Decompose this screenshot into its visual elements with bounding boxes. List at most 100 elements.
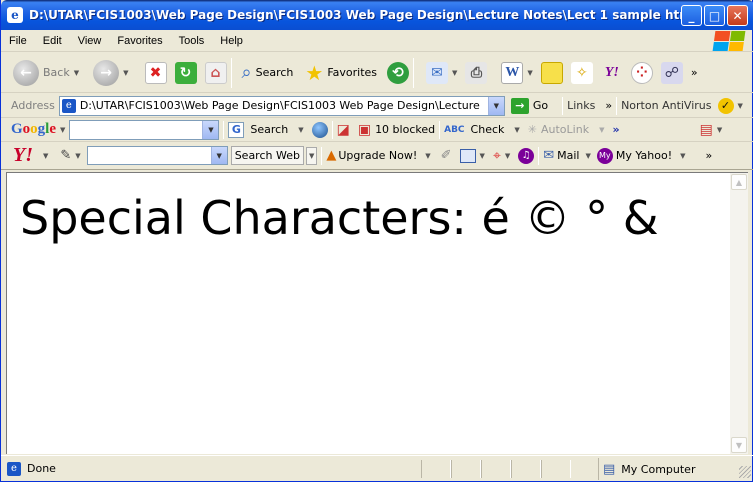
highlighter-dropdown-icon[interactable]: ▼: [75, 152, 80, 160]
pen-icon[interactable]: ✐: [441, 148, 452, 163]
yahoo-toolbar: Y! ▼ ✎ ▼ ▼ Search Web ▼ ▲ Upgrade Now! ▼…: [1, 142, 753, 170]
msn-icon[interactable]: ⁘: [630, 61, 653, 84]
yahoo-search-input[interactable]: ▼: [86, 146, 228, 165]
myyahoo-dropdown-icon[interactable]: ▼: [680, 152, 685, 160]
toolbar-overflow-icon[interactable]: »: [691, 66, 698, 79]
google-menu-dropdown-icon[interactable]: ▼: [60, 126, 65, 134]
popup-blocked-count[interactable]: 10 blocked: [375, 123, 435, 136]
norton-check-icon[interactable]: ✓: [717, 97, 734, 114]
spellcheck-icon[interactable]: ABC: [444, 125, 464, 135]
messenger-icon[interactable]: ☍: [660, 61, 683, 84]
target-icon[interactable]: ⌖: [493, 148, 501, 164]
windows-logo-icon: [712, 31, 746, 51]
maximize-button[interactable]: □: [704, 5, 725, 26]
translate-icon[interactable]: ▤: [700, 122, 713, 138]
status-panels: [421, 460, 571, 478]
links-overflow-icon[interactable]: »: [605, 99, 612, 112]
toolbar-separator: [413, 57, 415, 88]
forward-dropdown-icon[interactable]: ▼: [123, 69, 128, 77]
window-icon[interactable]: [459, 148, 476, 163]
favorites-button[interactable]: ★ Favorites: [305, 61, 377, 85]
window-dropdown-icon[interactable]: ▼: [480, 152, 485, 160]
title-bar[interactable]: e D:\UTAR\FCIS1003\Web Page Design\FCIS1…: [1, 0, 753, 30]
forward-button[interactable]: → ▼: [93, 59, 129, 86]
menu-help[interactable]: Help: [212, 35, 251, 47]
google-search-dropdown-icon[interactable]: ▼: [298, 126, 303, 134]
history-icon[interactable]: ⟲: [387, 61, 410, 84]
popup-blocker-icon[interactable]: ▣: [358, 122, 371, 138]
yahoo-search-web-button[interactable]: Search Web: [230, 146, 304, 165]
search-web-dropdown-icon[interactable]: ▼: [305, 146, 318, 165]
upgrade-now-button[interactable]: Upgrade Now!: [338, 149, 417, 162]
minimize-button[interactable]: _: [681, 5, 702, 26]
google-overflow-icon[interactable]: »: [612, 123, 619, 136]
go-button[interactable]: Go: [533, 99, 548, 112]
pagerank-icon[interactable]: ◪: [337, 122, 350, 138]
autolink-button: AutoLink: [541, 123, 590, 136]
yahoo-menu-dropdown-icon[interactable]: ▼: [43, 152, 48, 160]
norton-dropdown-icon[interactable]: ▼: [738, 102, 743, 110]
search-label: Search: [255, 66, 294, 79]
refresh-icon[interactable]: ↻: [174, 61, 197, 84]
edit-dropdown-icon[interactable]: ▼: [527, 69, 532, 77]
spellcheck-button[interactable]: Check: [471, 123, 505, 136]
menu-view[interactable]: View: [70, 35, 110, 47]
back-label: Back: [43, 66, 70, 79]
translate-dropdown-icon[interactable]: ▼: [717, 126, 722, 134]
mail-dropdown-icon[interactable]: ▼: [585, 152, 590, 160]
address-value[interactable]: D:\UTAR\FCIS1003\Web Page Design\FCIS100…: [80, 99, 484, 112]
favorites-star-icon: ★: [305, 60, 324, 85]
stop-icon[interactable]: ✖: [144, 61, 167, 84]
highlighter-icon[interactable]: ✎: [60, 148, 71, 163]
scroll-down-arrow-icon[interactable]: ▼: [731, 437, 747, 453]
target-dropdown-icon[interactable]: ▼: [505, 152, 510, 160]
google-separator: [331, 120, 333, 139]
print-icon[interactable]: ⎙: [465, 61, 488, 84]
discuss-icon[interactable]: [540, 61, 563, 84]
address-separator: [616, 96, 618, 115]
back-button[interactable]: ← Back ▼: [13, 59, 79, 86]
google-search-icon[interactable]: G: [228, 121, 245, 138]
yahoo-overflow-icon[interactable]: »: [706, 149, 713, 162]
globe-icon[interactable]: [311, 121, 328, 138]
go-arrow-icon[interactable]: →: [510, 97, 529, 114]
yahoo-logo[interactable]: Y!: [13, 144, 33, 167]
menu-favorites[interactable]: Favorites: [109, 35, 170, 47]
norton-antivirus-button[interactable]: Norton AntiVirus: [621, 99, 711, 112]
warning-icon: ▲: [326, 148, 337, 163]
back-dropdown-icon[interactable]: ▼: [74, 69, 79, 77]
yahoo-mail-button[interactable]: Mail: [557, 149, 579, 162]
resize-grip[interactable]: [739, 466, 751, 478]
yahoo-search-dropdown-icon[interactable]: ▼: [210, 147, 227, 164]
google-search-button[interactable]: Search: [250, 123, 288, 136]
window-title: D:\UTAR\FCIS1003\Web Page Design\FCIS100…: [29, 8, 689, 22]
close-button[interactable]: ✕: [727, 5, 748, 26]
address-dropdown-icon[interactable]: ▼: [487, 96, 504, 115]
home-icon[interactable]: ⌂: [204, 61, 227, 84]
google-logo[interactable]: Google: [11, 121, 56, 138]
status-panel: [421, 460, 451, 478]
scroll-up-arrow-icon[interactable]: ▲: [731, 174, 747, 190]
upgrade-dropdown-icon[interactable]: ▼: [425, 152, 430, 160]
menu-edit[interactable]: Edit: [35, 35, 70, 47]
links-button[interactable]: Links: [567, 99, 595, 112]
forward-arrow-icon: →: [93, 59, 120, 86]
search-button[interactable]: ⌕ Search: [242, 62, 294, 83]
google-search-dropdown-icon[interactable]: ▼: [202, 120, 219, 139]
menu-file[interactable]: File: [1, 35, 35, 47]
mail-icon[interactable]: ✉: [426, 61, 449, 84]
research-icon[interactable]: ✧: [570, 61, 593, 84]
address-separator: [562, 96, 564, 115]
yahoo-messenger-icon[interactable]: Y!: [601, 62, 623, 84]
check-dropdown-icon[interactable]: ▼: [514, 126, 519, 134]
mail-dropdown-icon[interactable]: ▼: [452, 69, 457, 77]
audio-icon[interactable]: ♫: [518, 147, 535, 164]
vertical-scrollbar[interactable]: ▲ ▼: [730, 172, 748, 454]
page-status-icon: e: [7, 461, 21, 476]
toolbar-separator: [230, 57, 232, 88]
google-search-input[interactable]: ▼: [69, 119, 220, 140]
word-edit-icon[interactable]: W: [501, 61, 524, 84]
my-yahoo-button[interactable]: My Yahoo!: [616, 149, 672, 162]
address-input[interactable]: e D:\UTAR\FCIS1003\Web Page Design\FCIS1…: [58, 95, 505, 116]
menu-tools[interactable]: Tools: [171, 35, 213, 47]
